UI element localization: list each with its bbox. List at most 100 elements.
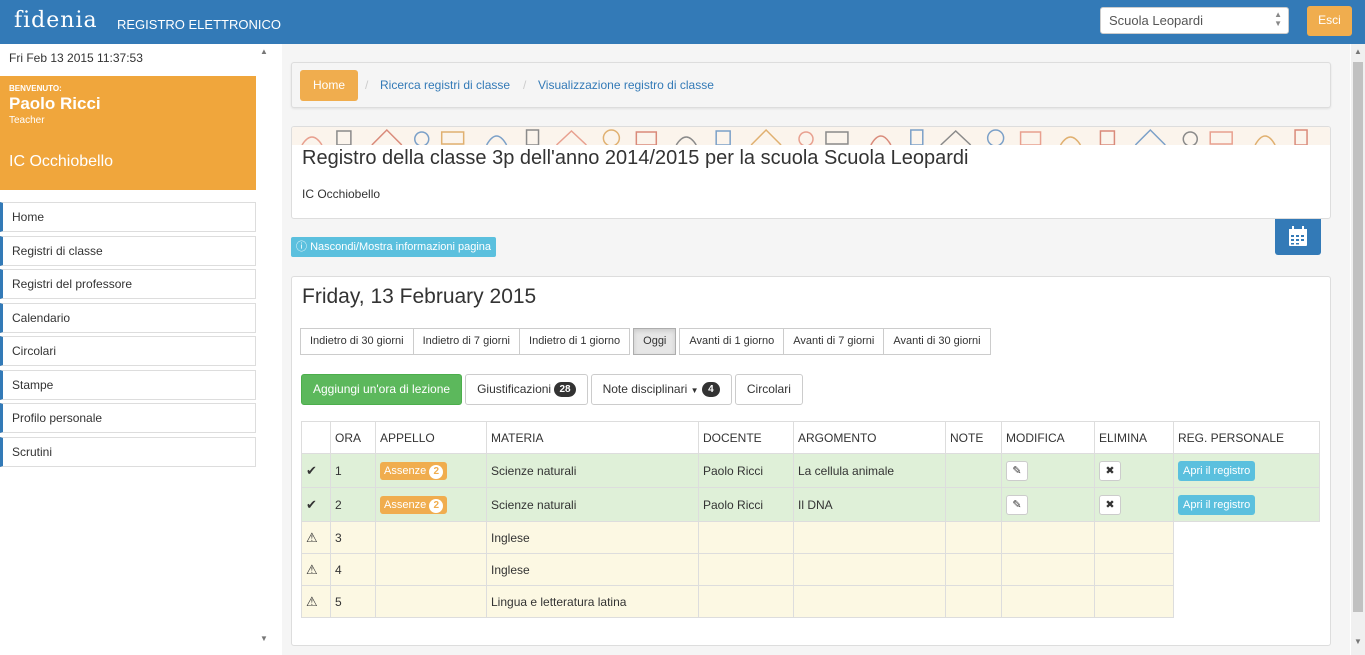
column-header-docente: DOCENTE bbox=[698, 421, 794, 454]
warning-icon: ⚠ bbox=[301, 521, 331, 554]
lesson-notes bbox=[945, 487, 1002, 522]
disciplinary-notes-label: Note disciplinari bbox=[602, 382, 688, 396]
back-1-day-button[interactable]: Indietro di 1 giorno bbox=[519, 328, 631, 355]
sidebar-item-prints[interactable]: Stampe bbox=[0, 369, 256, 400]
edit-icon[interactable]: ✎ bbox=[1006, 494, 1028, 515]
sidebar-item-home[interactable]: Home bbox=[0, 202, 256, 232]
lesson-subject: Scienze naturali bbox=[486, 487, 699, 522]
lesson-hour: 1 bbox=[330, 453, 376, 488]
calendar-icon bbox=[1289, 226, 1307, 246]
scrollbar-thumb[interactable] bbox=[1353, 62, 1363, 612]
circulars-button[interactable]: Circolari bbox=[734, 374, 803, 405]
back-30-days-button[interactable]: Indietro di 30 giorni bbox=[300, 328, 414, 355]
forward-1-day-button[interactable]: Avanti di 1 giorno bbox=[679, 328, 785, 355]
toggle-page-info-label: Nascondi/Mostra informazioni pagina bbox=[310, 241, 492, 253]
sidebar-item-class-registers[interactable]: Registri di classe bbox=[0, 235, 256, 266]
check-icon: ✔ bbox=[301, 487, 331, 522]
main-scrollbar[interactable]: ▲ ▼ bbox=[1351, 44, 1365, 655]
column-header-elimina: ELIMINA bbox=[1094, 421, 1174, 454]
breadcrumb-link-search[interactable]: Ricerca registri di classe bbox=[380, 78, 510, 92]
school-select-value: Scuola Leopardi bbox=[1109, 13, 1203, 28]
absences-label[interactable]: Assenze 2 bbox=[380, 461, 448, 480]
info-icon: ⓘ bbox=[296, 241, 307, 253]
justifications-button[interactable]: Giustificazioni 28 bbox=[465, 374, 588, 405]
sidebar: Fri Feb 13 2015 11:37:53 ▲ BENVENUTO: Pa… bbox=[0, 44, 270, 655]
table-row: ✔ 1 Assenze 2 Scienze naturali Paolo Ric… bbox=[301, 453, 1320, 488]
table-row: ⚠ 5 Lingua e letteratura latina bbox=[301, 585, 1320, 618]
exit-button[interactable]: Esci bbox=[1307, 6, 1352, 36]
forward-7-days-button[interactable]: Avanti di 7 giorni bbox=[783, 328, 885, 355]
lesson-hour: 4 bbox=[330, 553, 376, 586]
register-header: Registro della classe 3p dell'anno 2014/… bbox=[291, 126, 1331, 219]
app-title: REGISTRO ELETTRONICO bbox=[117, 17, 281, 32]
notes-count-badge: 4 bbox=[701, 382, 720, 397]
sidebar-item-calendar[interactable]: Calendario bbox=[0, 302, 256, 333]
welcome-panel: BENVENUTO: Paolo Ricci Teacher IC Occhio… bbox=[0, 76, 256, 190]
open-register-button[interactable]: Apri il registro bbox=[1178, 460, 1256, 481]
top-bar: fidenia REGISTRO ELETTRONICO Scuola Leop… bbox=[0, 0, 1365, 44]
day-navigation: Indietro di 30 giorni Indietro di 7 gior… bbox=[300, 328, 991, 355]
lesson-topic: La cellula animale bbox=[793, 453, 946, 488]
breadcrumb-home[interactable]: Home bbox=[300, 70, 358, 101]
absences-count: 2 bbox=[429, 498, 444, 513]
lesson-teacher: Paolo Ricci bbox=[698, 487, 794, 522]
breadcrumb-link-view[interactable]: Visualizzazione registro di classe bbox=[538, 78, 714, 92]
lesson-hour: 3 bbox=[330, 521, 376, 554]
sidebar-item-teacher-registers[interactable]: Registri del professore bbox=[0, 269, 256, 299]
justifications-label: Giustificazioni bbox=[477, 382, 552, 396]
column-header-status bbox=[301, 421, 331, 454]
column-header-appello: APPELLO bbox=[375, 421, 487, 454]
add-lesson-button[interactable]: Aggiungi un'ora di lezione bbox=[301, 374, 463, 405]
actions-row: Aggiungi un'ora di lezione Giustificazio… bbox=[301, 374, 806, 405]
check-icon: ✔ bbox=[301, 453, 331, 488]
forward-30-days-button[interactable]: Avanti di 30 giorni bbox=[883, 328, 991, 355]
table-row: ⚠ 4 Inglese bbox=[301, 553, 1320, 586]
back-7-days-button[interactable]: Indietro di 7 giorni bbox=[412, 328, 521, 355]
disciplinary-notes-dropdown[interactable]: Note disciplinari ▼ 4 bbox=[590, 374, 732, 405]
absences-count: 2 bbox=[429, 464, 444, 479]
toggle-page-info-button[interactable]: ⓘ Nascondi/Mostra informazioni pagina bbox=[291, 237, 497, 257]
sidebar-item-circulars[interactable]: Circolari bbox=[0, 336, 256, 366]
justifications-count-badge: 28 bbox=[554, 382, 576, 397]
absences-label[interactable]: Assenze 2 bbox=[380, 495, 448, 514]
day-title: Friday, 13 February 2015 bbox=[302, 285, 537, 308]
page-title: Registro della classe 3p dell'anno 2014/… bbox=[302, 147, 969, 169]
sidebar-menu: Home Registri di classe Registri del pro… bbox=[0, 202, 256, 470]
today-button[interactable]: Oggi bbox=[633, 328, 677, 355]
column-header-reg-personale: REG. PERSONALE bbox=[1173, 421, 1320, 454]
sidebar-scroll-down-icon[interactable]: ▼ bbox=[260, 634, 268, 643]
user-role: Teacher bbox=[9, 115, 45, 126]
lesson-topic: Il DNA bbox=[793, 487, 946, 522]
lesson-subject: Lingua e letteratura latina bbox=[486, 585, 699, 618]
delete-icon[interactable]: ✖ bbox=[1099, 460, 1121, 481]
absences-text: Assenze bbox=[384, 464, 427, 477]
delete-icon[interactable]: ✖ bbox=[1099, 494, 1121, 515]
welcome-label: BENVENUTO: bbox=[9, 84, 62, 93]
lesson-subject: Scienze naturali bbox=[486, 453, 699, 488]
sidebar-item-scrutini[interactable]: Scrutini bbox=[0, 436, 256, 467]
lesson-hour: 2 bbox=[330, 487, 376, 522]
sidebar-scroll-up-icon[interactable]: ▲ bbox=[260, 47, 268, 56]
warning-icon: ⚠ bbox=[301, 553, 331, 586]
table-row: ✔ 2 Assenze 2 Scienze naturali Paolo Ric… bbox=[301, 487, 1320, 522]
lesson-notes bbox=[945, 453, 1002, 488]
calendar-button[interactable] bbox=[1275, 219, 1321, 255]
edit-icon[interactable]: ✎ bbox=[1006, 460, 1028, 481]
column-header-ora: ORA bbox=[330, 421, 376, 454]
current-datetime: Fri Feb 13 2015 11:37:53 bbox=[9, 51, 143, 65]
user-name: Paolo Ricci bbox=[9, 94, 101, 113]
warning-icon: ⚠ bbox=[301, 585, 331, 618]
column-header-argomento: ARGOMENTO bbox=[793, 421, 946, 454]
scroll-down-icon[interactable]: ▼ bbox=[1354, 637, 1362, 646]
open-register-button[interactable]: Apri il registro bbox=[1178, 494, 1256, 515]
school-select[interactable]: Scuola Leopardi ▲ ▼ bbox=[1100, 7, 1289, 34]
sidebar-item-profile[interactable]: Profilo personale bbox=[0, 403, 256, 433]
table-row: ⚠ 3 Inglese bbox=[301, 521, 1320, 554]
table-header-row: ORA APPELLO MATERIA DOCENTE ARGOMENTO NO… bbox=[301, 421, 1320, 454]
app-logo: fidenia bbox=[14, 8, 98, 33]
column-header-note: NOTE bbox=[945, 421, 1002, 454]
column-header-modifica: MODIFICA bbox=[1001, 421, 1095, 454]
caret-down-icon: ▼ bbox=[690, 386, 699, 395]
scroll-up-icon[interactable]: ▲ bbox=[1354, 47, 1362, 56]
select-arrows-icon: ▲ ▼ bbox=[1274, 10, 1282, 28]
